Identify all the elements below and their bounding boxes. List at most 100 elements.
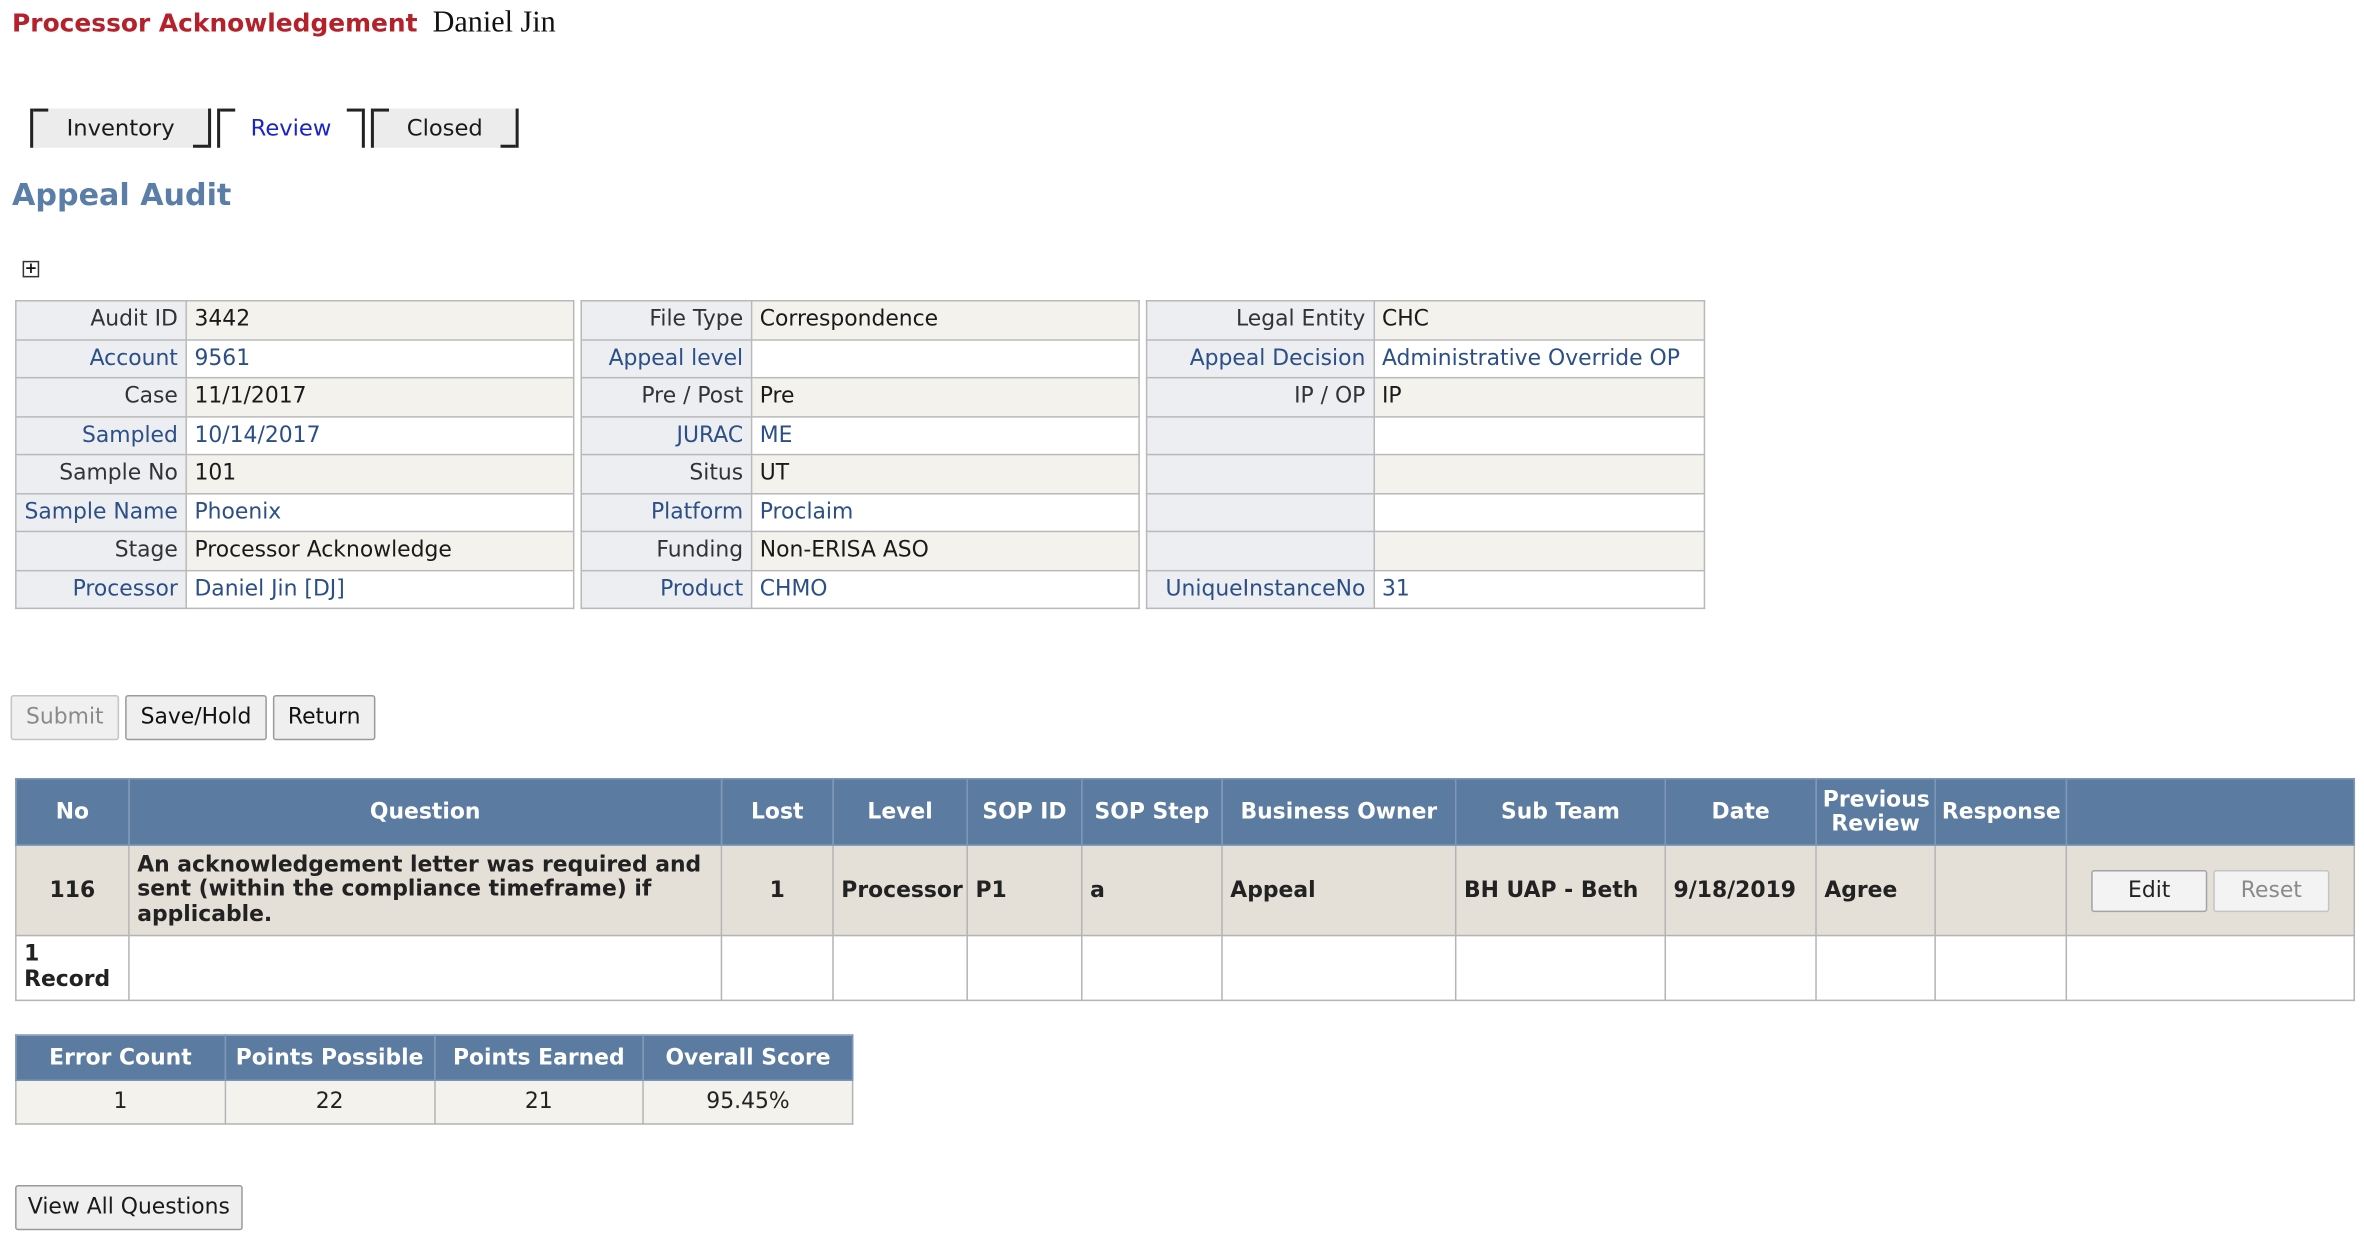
info-label: Platform: [580, 492, 753, 533]
column-header-lost: Lost: [720, 777, 834, 846]
column-header-actions: [2065, 777, 2356, 846]
info-label: Account: [15, 338, 187, 379]
tab-inventory[interactable]: Inventory: [30, 108, 212, 148]
info-label: [1145, 492, 1375, 533]
info-row: Platform Proclaim: [580, 492, 1140, 533]
cell-business-owner: Appeal: [1221, 844, 1457, 937]
info-value: Processor Acknowledge: [185, 530, 575, 571]
info-label: Appeal level: [580, 338, 753, 379]
info-label: [1145, 453, 1375, 494]
info-value: Daniel Jin [DJ]: [185, 569, 575, 610]
column-header-points-earned: Points Earned: [433, 1034, 645, 1082]
column-header-overall-score: Overall Score: [642, 1034, 854, 1082]
submit-button[interactable]: Submit: [10, 695, 120, 741]
info-label: [1145, 530, 1375, 571]
column-header-date: Date: [1664, 777, 1817, 846]
info-row: Case 11/1/2017: [15, 376, 575, 417]
info-value: [1372, 415, 1706, 456]
column-header-points-possible: Points Possible: [224, 1034, 435, 1082]
info-value: Pre: [750, 376, 1140, 417]
score-table: Error Count Points Possible Points Earne…: [15, 1034, 854, 1125]
info-row: Situs UT: [580, 453, 1140, 494]
footer-cell: [720, 934, 834, 1002]
footer-cell: [1815, 934, 1936, 1002]
expand-toggle-icon[interactable]: +: [22, 260, 40, 278]
save-hold-button[interactable]: Save/Hold: [125, 695, 267, 741]
info-value: Correspondence: [750, 300, 1140, 340]
info-row: Appeal level: [580, 338, 1140, 379]
info-label: [1145, 415, 1375, 456]
info-row: [1145, 453, 1706, 494]
edit-button[interactable]: Edit: [2091, 869, 2208, 912]
info-label: Appeal Decision: [1145, 338, 1375, 379]
cell-date: 9/18/2019: [1664, 844, 1817, 937]
audit-info-table-2: File Type Correspondence Appeal level Pre…: [580, 300, 1140, 610]
reset-button[interactable]: Reset: [2213, 869, 2330, 912]
info-value: 9561: [185, 338, 575, 379]
info-row: [1145, 530, 1706, 571]
cell-lost: 1: [720, 844, 834, 937]
info-row: Sample No 101: [15, 453, 575, 494]
info-value: Non-ERISA ASO: [750, 530, 1140, 571]
info-value: 101: [185, 453, 575, 494]
record-count: 1 Record: [15, 934, 130, 1002]
info-row: Processor Daniel Jin [DJ]: [15, 569, 575, 610]
info-label: Sampled: [15, 415, 187, 456]
cell-sop-step: a: [1081, 844, 1223, 937]
info-row: Legal Entity CHC: [1145, 300, 1706, 340]
footer-cell: [1221, 934, 1457, 1002]
cell-question: An acknowledgement letter was required a…: [128, 844, 723, 937]
points-earned-value: 21: [433, 1079, 645, 1125]
column-header-question: Question: [128, 777, 723, 846]
questions-header-row: No Question Lost Level SOP ID SOP Step B…: [15, 777, 2356, 846]
view-all-questions-button[interactable]: View All Questions: [15, 1185, 243, 1231]
points-possible-value: 22: [224, 1079, 435, 1125]
cell-actions: Edit Reset: [2065, 844, 2356, 937]
tab-closed[interactable]: Closed: [370, 108, 519, 148]
audit-info-table-3: Legal Entity CHC Appeal Decision Administr…: [1145, 300, 1706, 610]
info-label: Processor: [15, 569, 187, 610]
cell-no: 116: [15, 844, 130, 937]
error-count-value: 1: [15, 1079, 226, 1125]
info-label: UniqueInstanceNo: [1145, 569, 1375, 610]
score-row: 1 22 21 95.45%: [15, 1079, 854, 1125]
info-row: File Type Correspondence: [580, 300, 1140, 340]
info-value: 11/1/2017: [185, 376, 575, 417]
info-row: [1145, 415, 1706, 456]
info-label: Sample No: [15, 453, 187, 494]
info-value: 3442: [185, 300, 575, 340]
info-row: Sample Name Phoenix: [15, 492, 575, 533]
info-row: Sampled 10/14/2017: [15, 415, 575, 456]
info-label: Product: [580, 569, 753, 610]
footer-cell: [128, 934, 723, 1002]
page-title: Appeal Audit: [12, 176, 232, 213]
info-label: File Type: [580, 300, 753, 340]
column-header-sub-team: Sub Team: [1454, 777, 1667, 846]
info-label: JURAC: [580, 415, 753, 456]
cell-previous-review: Agree: [1815, 844, 1936, 937]
footer-cell: [1454, 934, 1667, 1002]
info-label: Pre / Post: [580, 376, 753, 417]
info-row: Product CHMO: [580, 569, 1140, 610]
column-header-error-count: Error Count: [15, 1034, 226, 1082]
cell-sop-id: P1: [966, 844, 1083, 937]
tab-review[interactable]: Review: [217, 108, 365, 148]
info-value: ME: [750, 415, 1140, 456]
page: Processor Acknowledgement Daniel Jin Inv…: [0, 0, 2364, 1242]
info-row: Stage Processor Acknowledge: [15, 530, 575, 571]
current-user-name: Daniel Jin: [432, 6, 556, 40]
info-row: Funding Non-ERISA ASO: [580, 530, 1140, 571]
info-value: Proclaim: [750, 492, 1140, 533]
footer-cell: [1664, 934, 1817, 1002]
info-label: Situs: [580, 453, 753, 494]
info-row: Pre / Post Pre: [580, 376, 1140, 417]
info-value: CHMO: [750, 569, 1140, 610]
tab-bar: Inventory Review Closed: [30, 108, 519, 148]
page-header-title: Processor Acknowledgement: [12, 9, 418, 38]
column-header-sop-step: SOP Step: [1081, 777, 1223, 846]
return-button[interactable]: Return: [272, 695, 376, 741]
table-row: 116 An acknowledgement letter was requir…: [15, 844, 2356, 937]
cell-level: Processor: [832, 844, 968, 937]
audit-info-table-1: Audit ID 3442 Account 9561 Case 11/1/2017 S…: [15, 300, 575, 610]
info-row: Appeal Decision Administrative Override O…: [1145, 338, 1706, 379]
